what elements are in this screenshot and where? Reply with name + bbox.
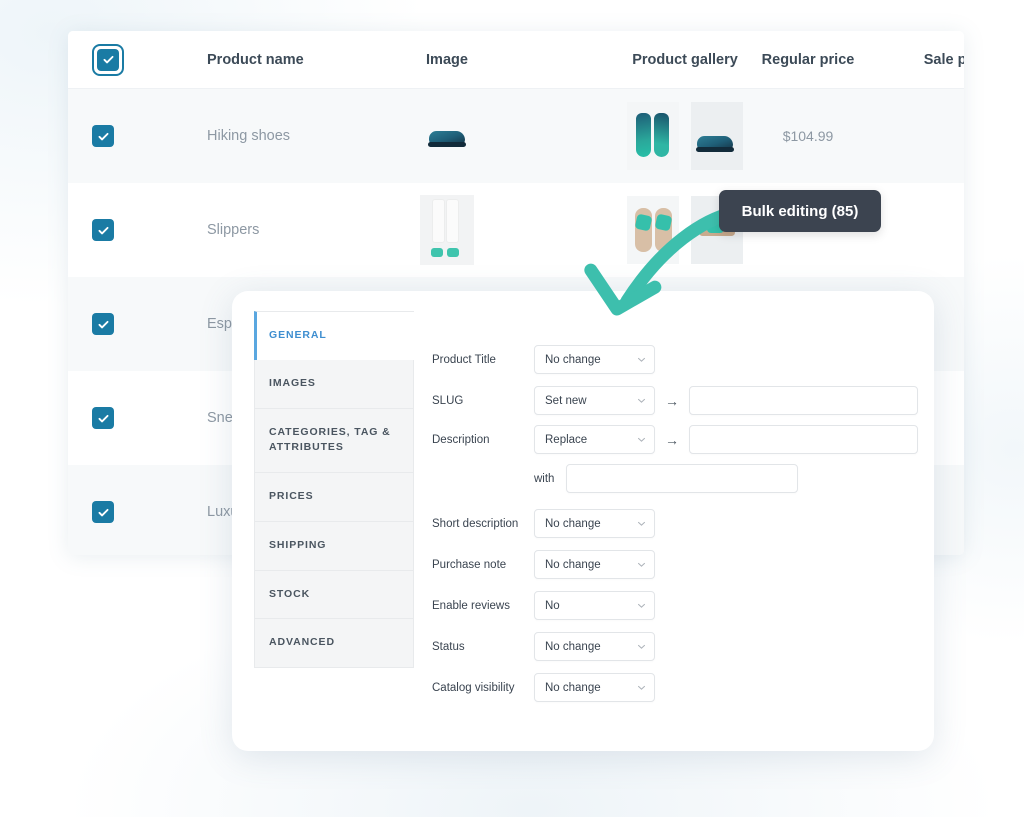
checkbox-checked-icon[interactable] bbox=[92, 407, 114, 429]
field-row-description: Description Replace → bbox=[432, 425, 918, 454]
tab-advanced[interactable]: ADVANCED bbox=[254, 619, 414, 668]
tab-label: IMAGES bbox=[269, 377, 316, 389]
tab-stock[interactable]: STOCK bbox=[254, 571, 414, 620]
select-value: No change bbox=[545, 682, 637, 694]
column-header-product-name[interactable]: Product name bbox=[207, 52, 304, 68]
field-row-enable-reviews: Enable reviews No bbox=[432, 591, 918, 620]
tab-prices[interactable]: PRICES bbox=[254, 473, 414, 522]
select-value: No change bbox=[545, 559, 637, 571]
row-sale-price[interactable] bbox=[878, 183, 964, 277]
field-label: SLUG bbox=[432, 395, 534, 407]
chevron-down-icon bbox=[637, 396, 646, 405]
tab-general[interactable]: GENERAL bbox=[254, 311, 414, 360]
column-header-regular-price[interactable]: Regular price bbox=[728, 31, 888, 88]
row-product-name: Slippers bbox=[207, 222, 259, 238]
checkbox-select-all[interactable] bbox=[92, 44, 124, 76]
table-row[interactable]: Hiking shoes $104.99 bbox=[68, 89, 964, 183]
select-value: No change bbox=[545, 518, 637, 530]
field-label: Catalog visibility bbox=[432, 682, 534, 694]
row-regular-price[interactable]: $104.99 bbox=[728, 89, 888, 183]
gallery-thumbnail bbox=[627, 102, 679, 170]
tab-images[interactable]: IMAGES bbox=[254, 360, 414, 409]
select-description[interactable]: Replace bbox=[534, 425, 655, 454]
page-root: Product name Image Product gallery Regul… bbox=[0, 0, 1024, 817]
row-image-cell[interactable] bbox=[328, 89, 566, 183]
checkbox-checked-icon[interactable] bbox=[92, 501, 114, 523]
chevron-down-icon bbox=[637, 519, 646, 528]
field-row-status: Status No change bbox=[432, 632, 918, 661]
input-description-value[interactable] bbox=[689, 425, 918, 454]
tab-label: SHIPPING bbox=[269, 539, 326, 551]
select-product-title[interactable]: No change bbox=[534, 345, 655, 374]
input-description-with[interactable] bbox=[566, 464, 798, 493]
column-header-sale-price[interactable]: Sale price bbox=[878, 31, 964, 88]
select-enable-reviews[interactable]: No bbox=[534, 591, 655, 620]
field-row-product-title: Product Title No change bbox=[432, 345, 918, 374]
field-label: Description bbox=[432, 434, 534, 446]
modal-tab-list: GENERAL IMAGES CATEGORIES, TAG & ATTRIBU… bbox=[254, 311, 414, 668]
checkbox-checked-icon[interactable] bbox=[92, 219, 114, 241]
field-label: Enable reviews bbox=[432, 600, 534, 612]
tab-categories-tag-attributes[interactable]: CATEGORIES, TAG & ATTRIBUTES bbox=[254, 409, 414, 474]
select-value: Replace bbox=[545, 434, 637, 446]
arrow-right-icon: → bbox=[665, 393, 679, 409]
bulk-editing-tooltip: Bulk editing (85) bbox=[719, 190, 881, 232]
select-purchase-note[interactable]: No change bbox=[534, 550, 655, 579]
checkbox-checked-icon[interactable] bbox=[92, 125, 114, 147]
arrow-right-icon: → bbox=[665, 432, 679, 448]
field-label: Product Title bbox=[432, 354, 534, 366]
row-image-cell[interactable] bbox=[328, 183, 566, 277]
checkbox-checked-icon[interactable] bbox=[92, 313, 114, 335]
select-value: No bbox=[545, 600, 637, 612]
modal-form: Product Title No change SLUG Set new → D… bbox=[432, 345, 918, 712]
chevron-down-icon bbox=[637, 435, 646, 444]
tab-label: STOCK bbox=[269, 588, 310, 600]
field-row-description-with: with bbox=[432, 464, 918, 493]
table-header-row: Product name Image Product gallery Regul… bbox=[68, 31, 964, 89]
select-short-description[interactable]: No change bbox=[534, 509, 655, 538]
chevron-down-icon bbox=[637, 683, 646, 692]
tab-label: ADVANCED bbox=[269, 636, 335, 648]
field-label: Short description bbox=[432, 518, 534, 530]
tab-shipping[interactable]: SHIPPING bbox=[254, 522, 414, 571]
field-row-short-description: Short description No change bbox=[432, 509, 918, 538]
select-value: No change bbox=[545, 354, 637, 366]
field-label: Status bbox=[432, 641, 534, 653]
column-header-image[interactable]: Image bbox=[328, 31, 566, 88]
select-slug[interactable]: Set new bbox=[534, 386, 655, 415]
select-catalog-visibility[interactable]: No change bbox=[534, 673, 655, 702]
bulk-edit-modal: GENERAL IMAGES CATEGORIES, TAG & ATTRIBU… bbox=[232, 291, 934, 751]
select-status[interactable]: No change bbox=[534, 632, 655, 661]
field-row-slug: SLUG Set new → bbox=[432, 386, 918, 415]
chevron-down-icon bbox=[637, 355, 646, 364]
checkbox-checked-icon bbox=[97, 49, 119, 71]
select-value: No change bbox=[545, 641, 637, 653]
field-label: Purchase note bbox=[432, 559, 534, 571]
product-thumbnail bbox=[420, 195, 474, 265]
tab-label: PRICES bbox=[269, 490, 314, 502]
chevron-down-icon bbox=[637, 560, 646, 569]
chevron-down-icon bbox=[637, 601, 646, 610]
tab-label: CATEGORIES, TAG & ATTRIBUTES bbox=[269, 426, 391, 454]
field-row-catalog-visibility: Catalog visibility No change bbox=[432, 673, 918, 702]
input-slug-value[interactable] bbox=[689, 386, 918, 415]
tab-label: GENERAL bbox=[269, 329, 327, 341]
product-thumbnail bbox=[423, 105, 471, 167]
with-label: with bbox=[534, 473, 566, 485]
row-product-name: Hiking shoes bbox=[207, 128, 290, 144]
curved-arrow-icon bbox=[555, 205, 745, 340]
bulk-editing-label: Bulk editing (85) bbox=[742, 203, 859, 220]
field-row-purchase-note: Purchase note No change bbox=[432, 550, 918, 579]
chevron-down-icon bbox=[637, 642, 646, 651]
select-value: Set new bbox=[545, 395, 637, 407]
row-sale-price[interactable] bbox=[878, 89, 964, 183]
